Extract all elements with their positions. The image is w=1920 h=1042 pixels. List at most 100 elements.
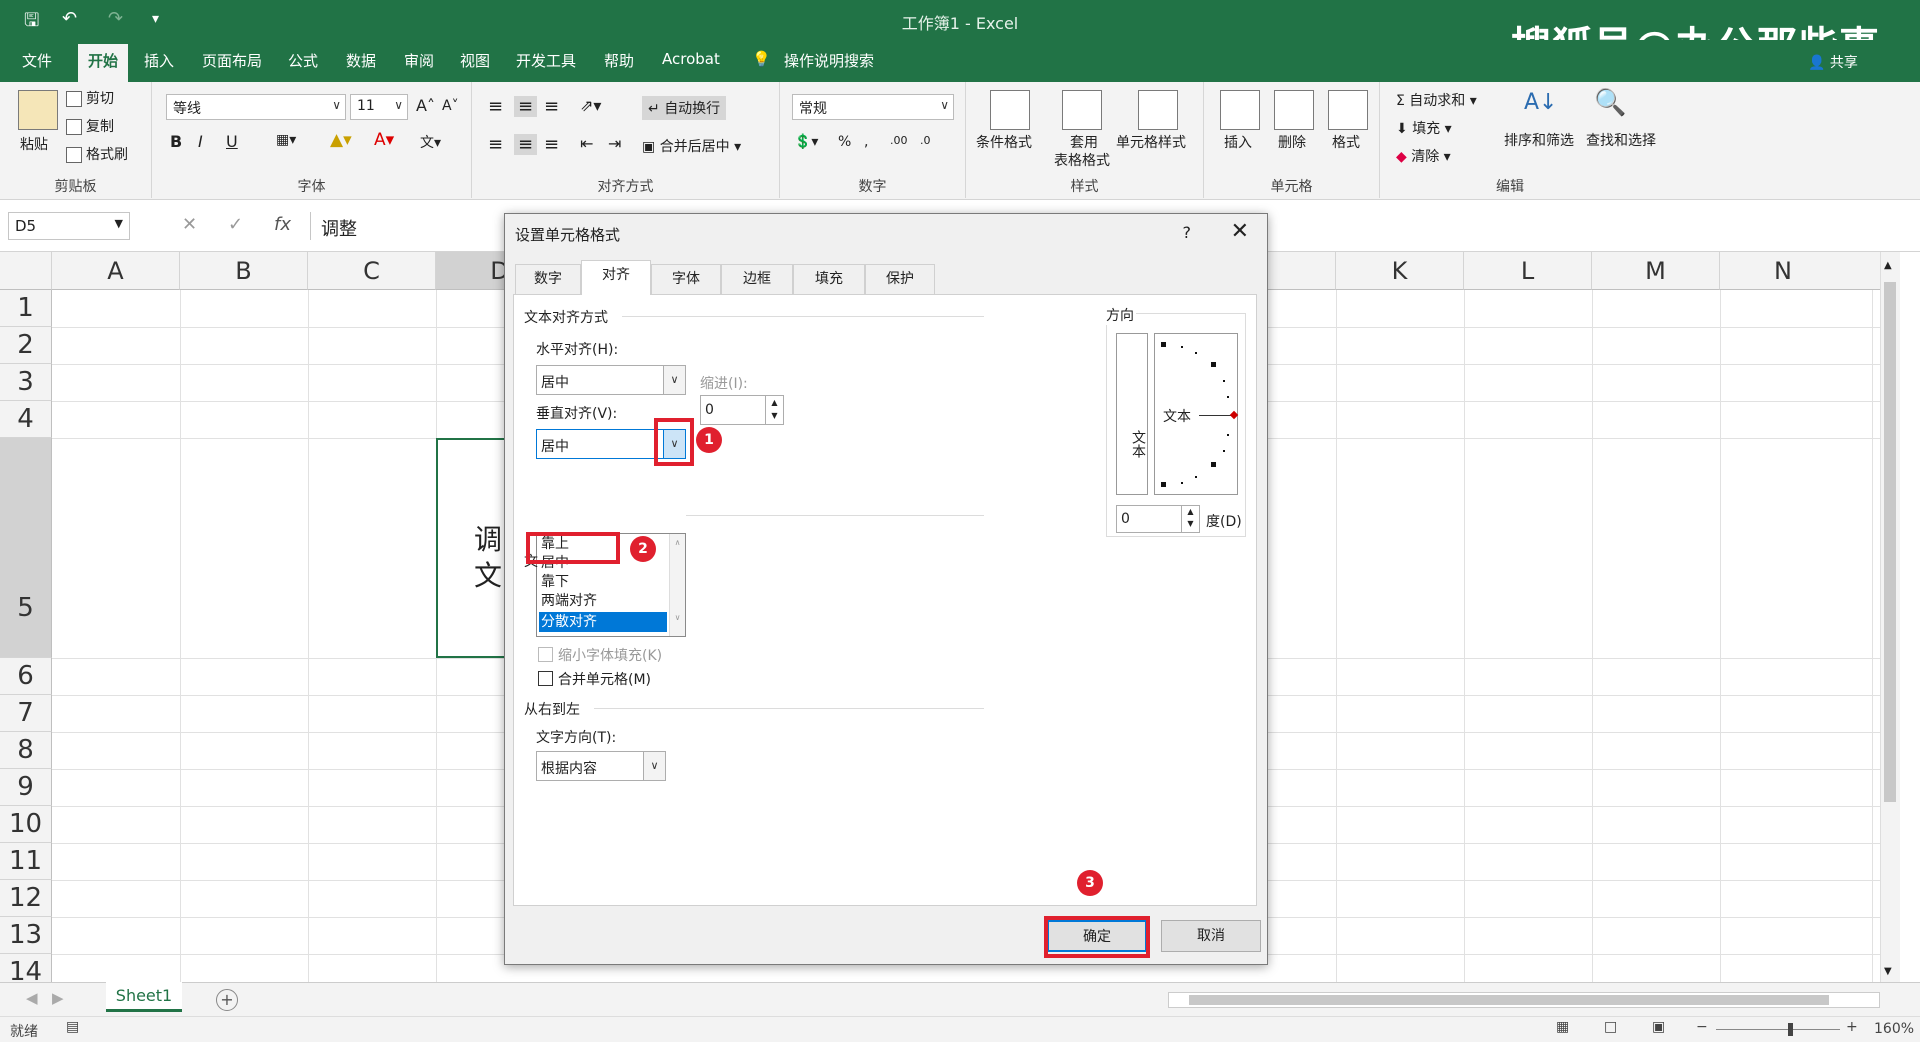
- row-header[interactable]: 4: [0, 401, 52, 438]
- option-distributed[interactable]: 分散对齐: [541, 612, 597, 632]
- tab-number[interactable]: 数字: [515, 264, 581, 294]
- format-table-label-2[interactable]: 表格格式: [1054, 150, 1110, 170]
- scroll-up-icon[interactable]: ▲: [1884, 260, 1892, 271]
- vertical-text-orientation[interactable]: 文本: [1116, 333, 1148, 495]
- format-cells-icon[interactable]: [1328, 90, 1368, 130]
- tab-view[interactable]: 视图: [460, 50, 490, 71]
- merge-cells-checkbox[interactable]: [538, 671, 553, 686]
- fill-button[interactable]: ⬇ 填充 ▾: [1396, 118, 1452, 138]
- align-top-icon[interactable]: ≡: [488, 96, 503, 117]
- currency-icon[interactable]: 💲▾: [794, 134, 818, 150]
- column-header[interactable]: M: [1592, 252, 1720, 290]
- bold-button[interactable]: B: [170, 132, 182, 151]
- tab-formulas[interactable]: 公式: [288, 50, 318, 71]
- italic-button[interactable]: I: [198, 132, 203, 151]
- help-button[interactable]: ?: [1183, 223, 1192, 242]
- row-header[interactable]: 14: [0, 954, 52, 982]
- copy-button[interactable]: 复制: [66, 116, 114, 136]
- decrease-decimal-icon[interactable]: .0: [920, 134, 931, 147]
- underline-button[interactable]: U: [226, 132, 238, 151]
- autosum-button[interactable]: Σ 自动求和 ▾: [1396, 90, 1477, 110]
- zoom-slider-thumb[interactable]: [1788, 1023, 1793, 1036]
- sort-filter-icon[interactable]: A↓: [1524, 90, 1557, 115]
- orientation-pointer[interactable]: [1199, 415, 1233, 416]
- tab-alignment[interactable]: 对齐: [581, 260, 651, 295]
- tab-insert[interactable]: 插入: [144, 50, 174, 71]
- orientation-handle[interactable]: [1229, 410, 1239, 420]
- cell-styles-icon[interactable]: [1138, 90, 1178, 130]
- font-color-icon[interactable]: A▾: [374, 130, 394, 150]
- conditional-format-button[interactable]: 条件格式: [976, 132, 1032, 152]
- cancel-button[interactable]: 取消: [1161, 920, 1261, 952]
- name-box[interactable]: D5 ▼: [8, 212, 130, 240]
- option-bottom[interactable]: 靠下: [541, 572, 569, 592]
- horizontal-align-select[interactable]: 居中 ∨: [536, 365, 686, 395]
- zoom-in-icon[interactable]: +: [1846, 1019, 1858, 1035]
- increase-indent-icon[interactable]: ⇥: [608, 134, 621, 153]
- align-middle-icon[interactable]: ≡: [514, 96, 538, 117]
- degree-spinner[interactable]: 0 ▲ ▼: [1116, 505, 1200, 533]
- row-header[interactable]: 8: [0, 732, 52, 769]
- add-sheet-button[interactable]: +: [216, 989, 238, 1011]
- option-justify[interactable]: 两端对齐: [541, 591, 597, 611]
- comma-icon[interactable]: ,: [864, 134, 868, 150]
- cut-button[interactable]: 剪切: [66, 88, 114, 108]
- tab-help[interactable]: 帮助: [604, 50, 634, 71]
- tab-border[interactable]: 边框: [721, 264, 793, 294]
- align-center-icon[interactable]: ≡: [514, 134, 538, 155]
- font-size-select[interactable]: 11 ∨: [350, 94, 408, 120]
- tab-protection[interactable]: 保护: [865, 264, 935, 294]
- vertical-scrollbar[interactable]: ▲ ▼: [1880, 252, 1900, 982]
- orientation-icon[interactable]: ⇗▾: [580, 96, 601, 115]
- align-right-icon[interactable]: ≡: [544, 134, 559, 155]
- row-header[interactable]: 11: [0, 843, 52, 880]
- tab-home[interactable]: 开始: [78, 44, 129, 82]
- shrink-font-icon[interactable]: A˅: [442, 98, 459, 114]
- scroll-down-icon[interactable]: ▼: [1884, 966, 1892, 977]
- row-header[interactable]: 10: [0, 806, 52, 843]
- fill-color-icon[interactable]: ▲▾: [330, 130, 352, 150]
- insert-function-icon[interactable]: fx: [274, 214, 291, 235]
- macro-record-icon[interactable]: ▤: [66, 1019, 79, 1035]
- orientation-dial[interactable]: 文本: [1154, 333, 1239, 495]
- merge-center-button[interactable]: ▣ 合并后居中 ▾: [642, 136, 741, 156]
- align-bottom-icon[interactable]: ≡: [544, 96, 559, 117]
- page-layout-view-icon[interactable]: □: [1604, 1019, 1617, 1035]
- increase-decimal-icon[interactable]: .00: [890, 134, 908, 147]
- format-table-label-1[interactable]: 套用: [1070, 132, 1098, 152]
- phonetic-icon[interactable]: 文▾: [420, 132, 441, 152]
- insert-cells-icon[interactable]: [1220, 90, 1260, 130]
- tab-review[interactable]: 审阅: [404, 50, 434, 71]
- text-direction-select[interactable]: 根据内容 ∨: [536, 751, 666, 781]
- scroll-thumb[interactable]: [1189, 995, 1829, 1005]
- clear-button[interactable]: ◆ 清除 ▾: [1396, 146, 1451, 166]
- tab-data[interactable]: 数据: [346, 50, 376, 71]
- tab-page-layout[interactable]: 页面布局: [202, 50, 262, 71]
- zoom-slider[interactable]: [1716, 1023, 1840, 1036]
- prev-sheet-icon[interactable]: ◀: [26, 989, 38, 1007]
- zoom-out-icon[interactable]: −: [1696, 1019, 1708, 1035]
- spinner-arrows-icon[interactable]: ▲ ▼: [765, 396, 783, 424]
- confirm-formula-icon[interactable]: ✓: [228, 214, 243, 235]
- format-cells-button[interactable]: 格式: [1332, 132, 1360, 152]
- scroll-up-icon[interactable]: ∧: [670, 538, 685, 547]
- delete-cells-icon[interactable]: [1274, 90, 1314, 130]
- row-header[interactable]: 2: [0, 327, 52, 364]
- row-header[interactable]: 3: [0, 364, 52, 401]
- tell-me-search[interactable]: 操作说明搜索: [784, 50, 874, 71]
- conditional-format-icon[interactable]: [990, 90, 1030, 130]
- spinner-arrows-icon[interactable]: ▲ ▼: [1181, 506, 1199, 532]
- format-table-icon[interactable]: [1062, 90, 1102, 130]
- column-header[interactable]: N: [1720, 252, 1900, 290]
- row-header[interactable]: 13: [0, 917, 52, 954]
- cancel-formula-icon[interactable]: ✕: [182, 214, 197, 235]
- wrap-text-button[interactable]: ↵ 自动换行: [642, 96, 727, 120]
- paste-button[interactable]: 粘贴: [20, 134, 48, 154]
- format-painter-button[interactable]: 格式刷: [66, 144, 128, 164]
- horizontal-scrollbar[interactable]: [1168, 992, 1880, 1008]
- close-icon[interactable]: ✕: [1231, 219, 1249, 244]
- shrink-to-fit-checkbox[interactable]: [538, 647, 553, 662]
- column-header[interactable]: C: [308, 252, 436, 290]
- zoom-level[interactable]: 160%: [1874, 1021, 1914, 1037]
- find-select-icon[interactable]: 🔍: [1594, 88, 1626, 118]
